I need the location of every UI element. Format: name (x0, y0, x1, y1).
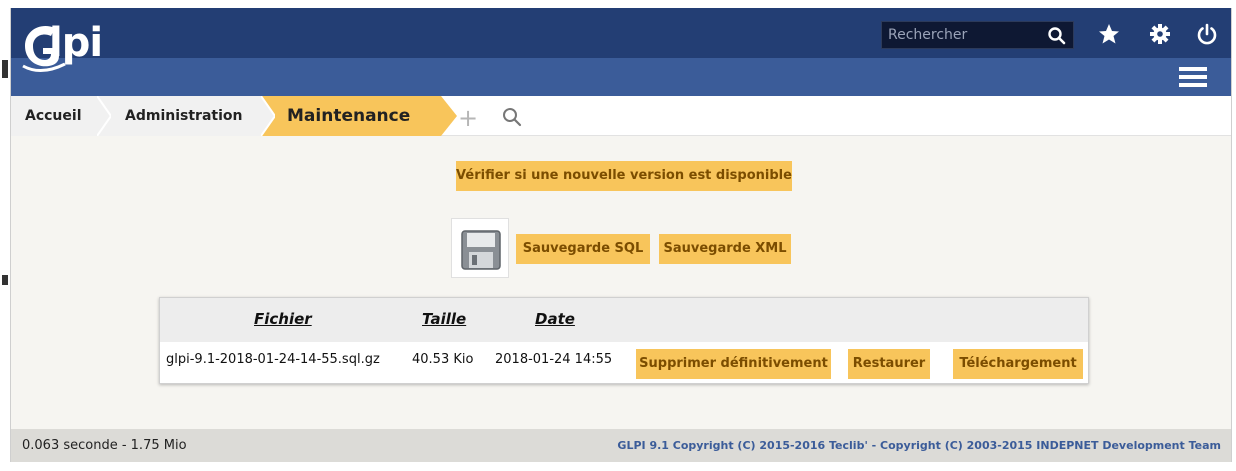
window-edge-mark (2, 60, 8, 78)
check-version-button[interactable]: Vérifier si une nouvelle version est dis… (456, 161, 792, 191)
breadcrumb: Accueil Administration Maintenance (11, 96, 1231, 136)
restore-backup-button[interactable]: Restaurer (848, 349, 930, 379)
backup-file-name: glpi-9.1-2018-01-24-14-55.sql.gz (166, 352, 380, 367)
footer: 0.063 seconde - 1.75 Mio GLPI 9.1 Copyri… (11, 429, 1231, 462)
breadcrumb-active-arrow (441, 96, 457, 136)
hamburger-menu-icon[interactable] (1179, 66, 1207, 88)
backup-file-size: 40.53 Kio (412, 352, 474, 367)
search-input[interactable] (882, 22, 1042, 48)
backup-files-table: Fichier Taille Date glpi-9.1-2018-01-24-… (159, 297, 1089, 384)
floppy-disk-icon (451, 218, 509, 278)
add-item-icon[interactable]: + (458, 104, 478, 132)
column-header-date[interactable]: Date (535, 310, 575, 328)
search-icon[interactable] (1047, 26, 1067, 46)
breadcrumb-item-administration[interactable]: Administration (97, 96, 272, 136)
footer-copyright-link[interactable]: GLPI 9.1 Copyright (C) 2015-2016 Teclib'… (617, 439, 1221, 452)
download-backup-button[interactable]: Téléchargement (953, 349, 1083, 379)
backup-file-date: 2018-01-24 14:55 (495, 352, 613, 367)
column-header-taille[interactable]: Taille (422, 310, 466, 328)
header-sub-bar (11, 58, 1231, 96)
backup-xml-button[interactable]: Sauvegarde XML (659, 234, 791, 264)
power-icon[interactable] (1195, 22, 1219, 46)
breadcrumb-search-icon[interactable] (501, 106, 523, 128)
delete-backup-button[interactable]: Supprimer définitivement (636, 349, 831, 379)
gear-icon[interactable] (1148, 22, 1172, 46)
glpi-window: lpi Accueil Administr (10, 8, 1232, 462)
breadcrumb-separator (97, 96, 111, 136)
column-header-fichier[interactable]: Fichier (254, 310, 312, 328)
glpi-logo-text: lpi (49, 20, 103, 66)
star-icon[interactable] (1097, 22, 1121, 46)
breadcrumb-separator (261, 96, 275, 136)
backup-sql-button[interactable]: Sauvegarde SQL (516, 234, 650, 264)
global-search (881, 21, 1074, 49)
window-edge-mark (2, 275, 8, 285)
footer-timing: 0.063 seconde - 1.75 Mio (22, 438, 187, 453)
breadcrumb-item-maintenance[interactable]: Maintenance (261, 96, 441, 136)
breadcrumb-item-accueil[interactable]: Accueil (11, 96, 101, 136)
